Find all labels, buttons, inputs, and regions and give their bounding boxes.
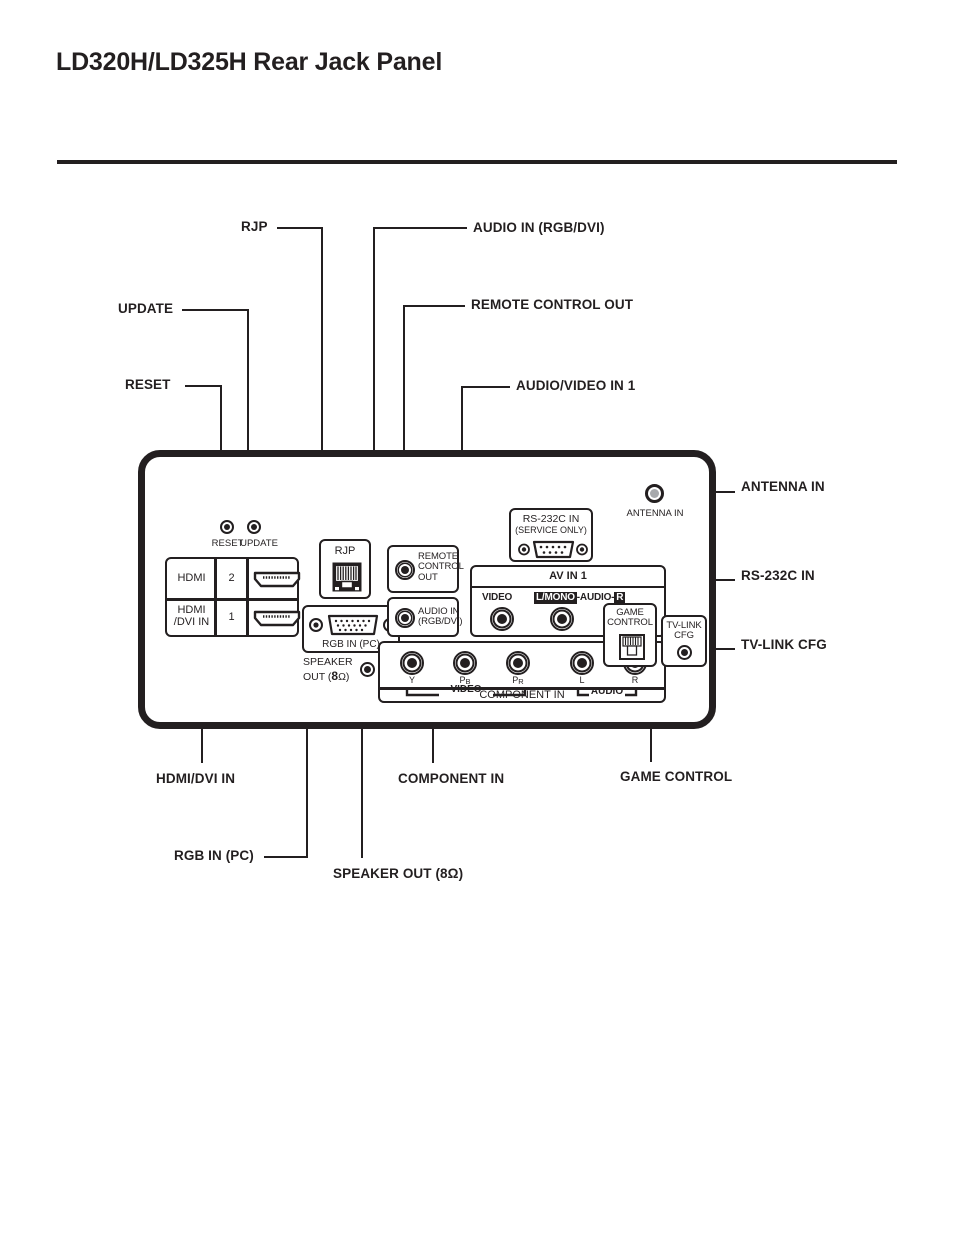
callout-remote-control-out: REMOTE CONTROL OUT — [471, 297, 634, 312]
callout-reset: RESET — [125, 377, 171, 392]
title-divider — [57, 160, 897, 164]
rjp-module: RJP — [319, 539, 371, 599]
component-pr-jack[interactable] — [506, 651, 530, 675]
leader-avin1-h — [461, 386, 510, 388]
hdmi-col-divider-1 — [214, 559, 217, 635]
callout-speaker-out: SPEAKER OUT (8Ω) — [333, 866, 464, 881]
component-pr-label: PR — [512, 675, 524, 686]
callout-antenna-in: ANTENNA IN — [741, 479, 825, 494]
av-r-label: R — [614, 592, 626, 604]
speaker-out-prefix: OUT ( — [303, 671, 332, 683]
leader-audioin-h — [373, 227, 467, 229]
rs232c-connector[interactable] — [518, 539, 588, 560]
tv-link-cfg-label: TV-LINK CFG — [666, 620, 702, 642]
page-title: LD320H/LD325H Rear Jack Panel — [56, 48, 443, 76]
leader-rgb-h — [264, 856, 308, 858]
audio-in-rgb-dvi-jack[interactable] — [395, 608, 415, 628]
av-video-jack[interactable] — [490, 607, 514, 631]
antenna-in-jack[interactable] — [645, 484, 664, 503]
component-y-label: Y — [408, 675, 415, 685]
component-in-title: COMPONENT IN — [479, 689, 565, 701]
av-audio-label: -AUDIO- — [576, 592, 615, 603]
hdmi-row1-name: HDMI — [177, 572, 206, 584]
rs232c-subtitle: (SERVICE ONLY) — [515, 525, 587, 535]
hdmi-row-divider — [167, 598, 297, 601]
antenna-in-label: ANTENNA IN — [626, 508, 684, 519]
hdmi-row2-number: 1 — [228, 611, 235, 623]
audio-in-rgb-dvi-module: AUDIO IN (RGB/DVI) — [387, 597, 463, 637]
component-audio-l-label: L — [579, 675, 585, 685]
av-audio-labels: L/MONO -AUDIO- R — [534, 592, 626, 604]
remote-control-out-label: REMOTE CONTROL OUT — [418, 551, 464, 583]
game-control-label: GAME CONTROL — [607, 607, 653, 629]
leader-reset-h — [185, 385, 222, 387]
rear-jack-panel: RESET UPDATE HDMI 2 HDMI /DVI IN 1 RJP R… — [138, 450, 716, 729]
callout-rs232c-in: RS-232C IN — [741, 568, 815, 583]
speaker-out-jack[interactable] — [360, 662, 375, 677]
game-control-jack[interactable] — [618, 633, 646, 661]
rs232c-title: RS-232C IN — [522, 513, 580, 525]
callout-hdmi-dvi-in: HDMI/DVI IN — [156, 771, 236, 786]
rs232c-module: RS-232C IN (SERVICE ONLY) — [509, 508, 593, 562]
callout-audio-video-in-1: AUDIO/VIDEO IN 1 — [516, 378, 636, 393]
hdmi-row1-number: 2 — [228, 572, 235, 584]
callout-tv-link-cfg: TV-LINK CFG — [741, 637, 827, 652]
component-y-jack[interactable] — [400, 651, 424, 675]
component-audio-l-jack[interactable] — [570, 651, 594, 675]
component-pb-jack[interactable] — [453, 651, 477, 675]
rjp-label: RJP — [334, 545, 356, 557]
hdmi-col-divider-2 — [246, 559, 249, 635]
hdmi-dvi-port-1[interactable] — [253, 610, 301, 627]
remote-control-out-module: REMOTE CONTROL OUT — [387, 545, 464, 593]
callout-update: UPDATE — [118, 301, 174, 316]
av-audio-left-jack[interactable] — [550, 607, 574, 631]
av-video-label: VIDEO — [482, 592, 513, 603]
game-control-module: GAME CONTROL — [603, 603, 657, 667]
speaker-out-label-line2: OUT (8Ω) — [303, 669, 349, 683]
callout-audio-in-rgb-dvi: AUDIO IN (RGB/DVI) — [473, 220, 605, 235]
hdmi-port-2[interactable] — [253, 571, 301, 588]
page-root: LD320H/LD325H Rear Jack Panel RJP AUDIO … — [0, 0, 954, 1235]
reset-button-jack[interactable] — [220, 520, 234, 534]
hdmi-row2-name: HDMI /DVI IN — [173, 604, 210, 628]
update-label: UPDATE — [240, 538, 278, 549]
leader-update-h — [182, 309, 249, 311]
update-button-jack[interactable] — [247, 520, 261, 534]
av-in-1-title: AV IN 1 — [472, 567, 664, 588]
callout-rjp: RJP — [241, 219, 268, 234]
callout-game-control: GAME CONTROL — [620, 769, 733, 784]
vga-connector[interactable] — [308, 612, 398, 638]
speaker-out-suffix: Ω) — [338, 671, 350, 683]
leader-rjp-h — [277, 227, 323, 229]
callout-rgb-in-pc: RGB IN (PC) — [174, 848, 254, 863]
remote-control-out-jack[interactable] — [395, 560, 415, 580]
tv-link-cfg-module: TV-LINK CFG — [661, 615, 707, 667]
av-l-mono-label: L/MONO — [534, 592, 577, 604]
callout-component-in: COMPONENT IN — [398, 771, 505, 786]
speaker-out-label-line1: SPEAKER — [303, 656, 353, 668]
tv-link-cfg-jack[interactable] — [677, 645, 692, 660]
component-audio-r-label: R — [631, 675, 639, 685]
hdmi-module: HDMI 2 HDMI /DVI IN 1 — [165, 557, 301, 637]
audio-in-rgb-dvi-label: AUDIO IN (RGB/DVI) — [418, 606, 463, 628]
rjp-jack[interactable] — [331, 561, 363, 593]
leader-remote-h — [403, 305, 465, 307]
